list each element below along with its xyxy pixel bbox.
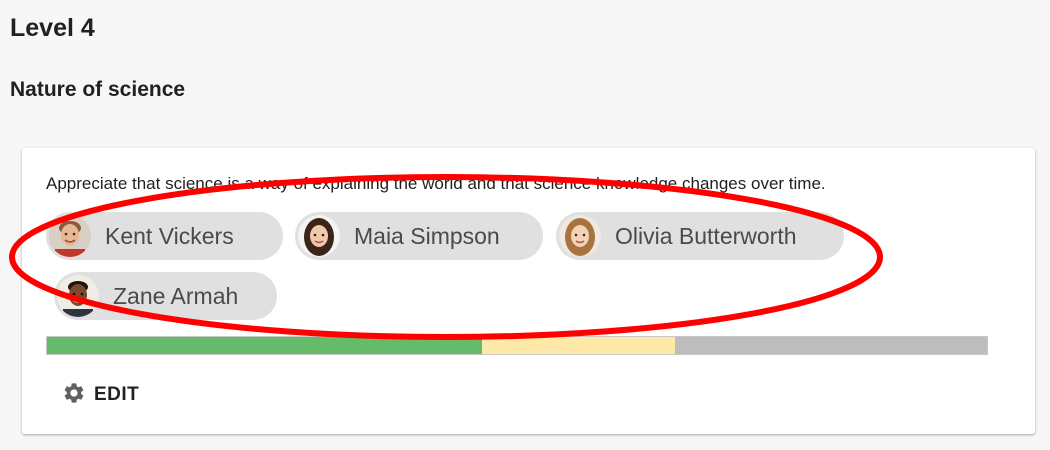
student-name: Olivia Butterworth: [615, 223, 797, 249]
student-name: Zane Armah: [113, 283, 239, 309]
student-chip-zane-armah[interactable]: Zane Armah: [54, 272, 277, 320]
student-name: Maia Simpson: [354, 223, 500, 249]
progress-segment-working-towards: [482, 337, 675, 354]
student-avatar-icon: [57, 275, 99, 317]
student-avatar-icon: [559, 215, 601, 257]
edit-label: EDIT: [94, 384, 140, 405]
gear-icon: [62, 381, 86, 410]
student-chip-olivia-butterworth[interactable]: Olivia Butterworth: [556, 212, 844, 260]
progress-segment-not-started: [674, 337, 987, 354]
student-chip-kent-vickers[interactable]: Kent Vickers: [46, 212, 283, 260]
objective-card: Appreciate that science is a way of expl…: [22, 148, 1035, 434]
progress-bar: [46, 336, 988, 355]
level-title: Level 4: [10, 14, 95, 42]
section-title: Nature of science: [10, 78, 186, 101]
student-name: Kent Vickers: [105, 223, 234, 249]
student-chip-maia-simpson[interactable]: Maia Simpson: [295, 212, 543, 260]
edit-button[interactable]: EDIT: [62, 382, 139, 408]
student-avatar-icon: [298, 215, 340, 257]
progress-segment-achieved: [47, 337, 483, 354]
student-avatar-icon: [49, 215, 91, 257]
objective-text: Appreciate that science is a way of expl…: [46, 174, 826, 193]
